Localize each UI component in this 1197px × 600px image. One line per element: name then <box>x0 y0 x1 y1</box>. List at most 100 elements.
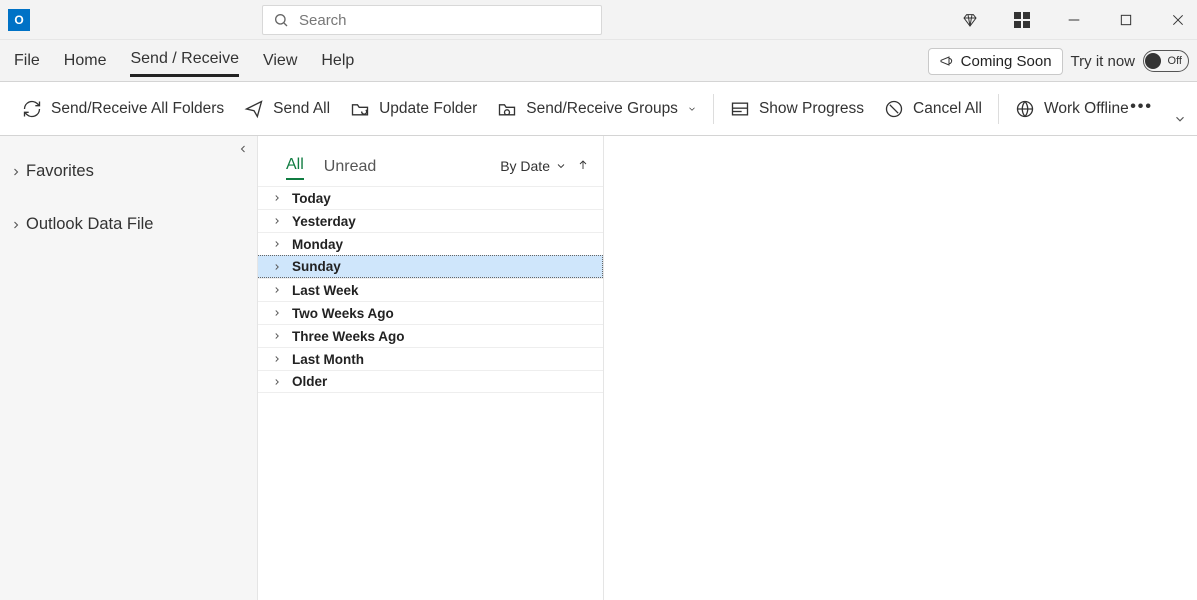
date-groups: Today Yesterday Monday Sunday Last Week Two W… <box>258 186 603 393</box>
send-all-button[interactable]: Send All <box>234 93 340 125</box>
menu-tab-help[interactable]: Help <box>321 46 354 76</box>
ribbon-divider <box>713 94 714 124</box>
menu-bar: File Home Send / Receive View Help Comin… <box>0 40 1197 82</box>
date-group-row[interactable]: Older <box>258 370 603 393</box>
chevron-right-icon <box>272 239 282 249</box>
chevron-right-icon <box>272 331 282 341</box>
sidebar-favorites[interactable]: Favorites <box>0 154 257 189</box>
chevron-right-icon <box>272 193 282 203</box>
date-group-label: Two Weeks Ago <box>292 306 394 321</box>
ribbon-collapse-button[interactable] <box>1173 112 1187 131</box>
titlebar-controls <box>957 0 1191 40</box>
outlook-app-icon: O <box>8 9 30 31</box>
date-group-label: Last Month <box>292 352 364 367</box>
chevron-down-icon <box>1173 112 1187 126</box>
date-group-label: Monday <box>292 237 343 252</box>
sort-direction-button[interactable] <box>577 158 589 174</box>
groups-label: Send/Receive Groups <box>526 100 678 118</box>
date-group-row[interactable]: Two Weeks Ago <box>258 301 603 324</box>
list-tab-unread[interactable]: Unread <box>324 158 376 180</box>
ribbon: Send/Receive All Folders Send All Update… <box>0 82 1197 136</box>
update-folder-label: Update Folder <box>379 100 477 118</box>
date-group-row[interactable]: Yesterday <box>258 209 603 232</box>
date-group-label: Yesterday <box>292 214 356 229</box>
work-offline-button[interactable]: Work Offline <box>1005 93 1139 125</box>
chevron-right-icon <box>272 377 282 387</box>
send-all-label: Send All <box>273 100 330 118</box>
toggle-knob <box>1145 53 1161 69</box>
premium-icon[interactable] <box>957 7 983 33</box>
menu-tab-home[interactable]: Home <box>64 46 107 76</box>
qr-grid-icon[interactable] <box>1009 7 1035 33</box>
chevron-right-icon <box>272 308 282 318</box>
date-group-row[interactable]: Today <box>258 186 603 209</box>
sidebar-data-file[interactable]: Outlook Data File <box>0 207 257 242</box>
send-receive-groups-button[interactable]: Send/Receive Groups <box>487 93 707 125</box>
sort-by-date-button[interactable]: By Date <box>500 158 567 174</box>
sidebar-data-file-label: Outlook Data File <box>26 215 153 234</box>
menu-right-cluster: Coming Soon Try it now Off <box>928 40 1189 82</box>
try-it-toggle[interactable]: Off <box>1143 50 1189 72</box>
reading-pane <box>604 136 1197 600</box>
message-list-pane: All Unread By Date Today Yesterday Monday S… <box>258 136 604 600</box>
menu-tab-file[interactable]: File <box>14 46 40 76</box>
chevron-right-icon <box>10 166 22 178</box>
maximize-button[interactable] <box>1113 7 1139 33</box>
try-it-now-label[interactable]: Try it now <box>1071 53 1135 70</box>
globe-offline-icon <box>1015 99 1035 119</box>
coming-soon-button[interactable]: Coming Soon <box>928 48 1063 75</box>
cancel-all-label: Cancel All <box>913 100 982 118</box>
search-icon <box>273 12 289 28</box>
minimize-button[interactable] <box>1061 7 1087 33</box>
ribbon-divider <box>998 94 999 124</box>
chevron-right-icon <box>272 285 282 295</box>
sidebar-favorites-label: Favorites <box>26 162 94 181</box>
folder-sidebar: Favorites Outlook Data File <box>0 136 258 600</box>
megaphone-icon <box>939 53 955 69</box>
date-group-label: Last Week <box>292 283 359 298</box>
chevron-down-icon <box>555 160 567 172</box>
sidebar-collapse-button[interactable] <box>237 142 249 160</box>
chevron-right-icon <box>272 354 282 364</box>
toggle-off-label: Off <box>1168 55 1182 67</box>
date-group-row[interactable]: Monday <box>258 232 603 255</box>
show-progress-button[interactable]: Show Progress <box>720 93 874 125</box>
date-group-row[interactable]: Sunday <box>258 255 603 278</box>
menu-tab-view[interactable]: View <box>263 46 297 76</box>
chevron-right-icon <box>272 216 282 226</box>
work-offline-label: Work Offline <box>1044 100 1129 118</box>
date-group-label: Three Weeks Ago <box>292 329 405 344</box>
ribbon-more-button[interactable]: ••• <box>1130 98 1153 116</box>
show-progress-label: Show Progress <box>759 100 864 118</box>
menu-tab-send-receive[interactable]: Send / Receive <box>130 44 239 77</box>
cancel-all-button[interactable]: Cancel All <box>874 93 992 125</box>
date-group-row[interactable]: Last Week <box>258 278 603 301</box>
send-receive-all-button[interactable]: Send/Receive All Folders <box>12 93 234 125</box>
cancel-icon <box>884 99 904 119</box>
date-group-row[interactable]: Last Month <box>258 347 603 370</box>
date-group-label: Today <box>292 191 331 206</box>
arrow-up-icon <box>577 159 589 171</box>
main-area: Favorites Outlook Data File All Unread B… <box>0 136 1197 600</box>
search-box[interactable] <box>262 5 602 35</box>
list-header: All Unread By Date <box>258 136 603 180</box>
search-input[interactable] <box>299 12 591 29</box>
update-folder-button[interactable]: Update Folder <box>340 93 487 125</box>
chevron-right-icon <box>272 262 282 272</box>
date-group-row[interactable]: Three Weeks Ago <box>258 324 603 347</box>
progress-icon <box>730 99 750 119</box>
list-tab-all[interactable]: All <box>286 156 304 180</box>
send-icon <box>244 99 264 119</box>
folder-sync-icon <box>497 99 517 119</box>
chevron-left-icon <box>237 143 249 155</box>
send-receive-all-label: Send/Receive All Folders <box>51 100 224 118</box>
date-group-label: Older <box>292 374 327 389</box>
sort-label: By Date <box>500 158 550 174</box>
chevron-down-icon <box>687 104 697 114</box>
title-bar: O <box>0 0 1197 40</box>
chevron-right-icon <box>10 219 22 231</box>
folder-refresh-icon <box>350 99 370 119</box>
refresh-icon <box>22 99 42 119</box>
close-button[interactable] <box>1165 7 1191 33</box>
date-group-label: Sunday <box>292 259 341 274</box>
